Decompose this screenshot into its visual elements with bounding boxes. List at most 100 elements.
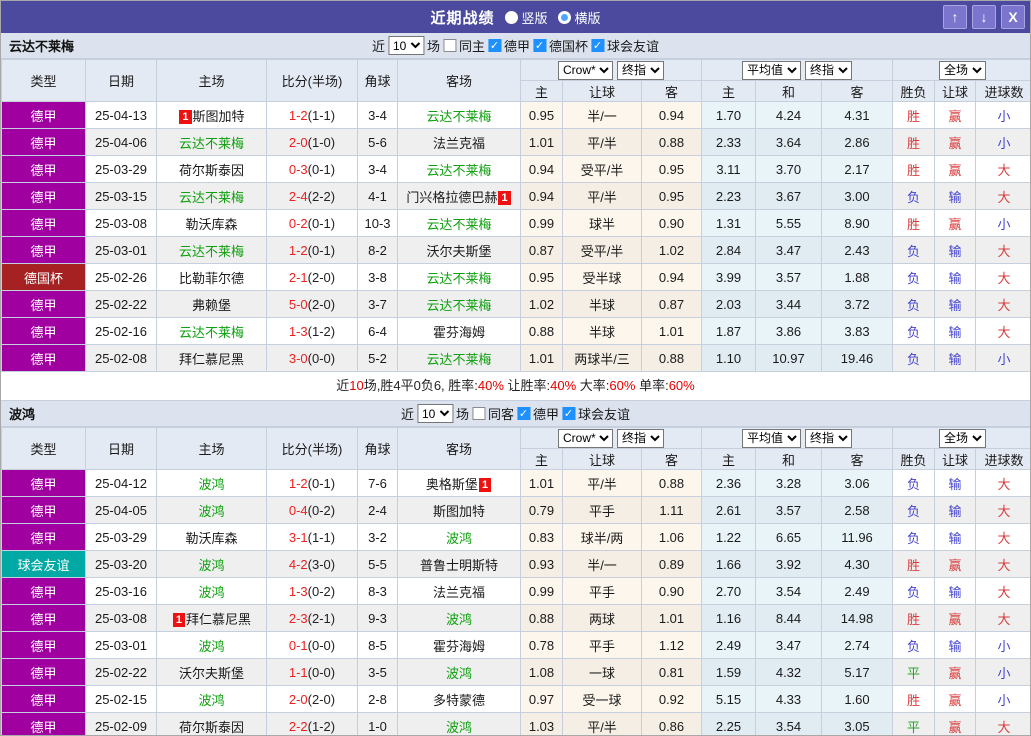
halftime-score: (1-1) bbox=[307, 107, 336, 123]
result-cell: 胜 bbox=[892, 155, 936, 183]
handicap-home-odds: 0.88 bbox=[520, 317, 563, 345]
fulltime-score: 2-4 bbox=[288, 188, 308, 204]
score-cell: 1-3(0-2) bbox=[266, 577, 358, 605]
fulltime-score: 2-0 bbox=[288, 691, 308, 707]
away-team-cell: 法兰克福 bbox=[397, 577, 521, 605]
move-down-button[interactable]: ↓ bbox=[972, 5, 996, 29]
league-filter-checkbox[interactable] bbox=[533, 39, 547, 52]
home-team-cell: 荷尔斯泰因 bbox=[156, 712, 267, 735]
avg-away-odds: 3.05 bbox=[820, 712, 894, 735]
radio-unselected-icon bbox=[504, 10, 518, 24]
avg-draw-odds: 3.70 bbox=[755, 155, 822, 183]
same-venue-label: 同客 bbox=[487, 407, 515, 422]
final-index-select-2[interactable]: 终指 bbox=[805, 60, 852, 80]
home-team-cell: 勒沃库森 bbox=[156, 209, 267, 237]
team-name: 法兰克福 bbox=[432, 584, 485, 600]
handicap-line: 平/半 bbox=[562, 712, 642, 735]
corners-cell: 10-3 bbox=[357, 209, 398, 237]
handicap-result-cell: 赢 bbox=[934, 712, 977, 735]
match-count-select[interactable]: 10 bbox=[416, 404, 453, 423]
handicap-away-odds: 0.88 bbox=[641, 344, 702, 372]
average-select[interactable]: 平均值 bbox=[742, 60, 801, 80]
vertical-layout-radio[interactable]: 竖版 bbox=[504, 8, 548, 27]
final-index-select[interactable]: 终指 bbox=[617, 428, 664, 448]
team-name: 波鸿 bbox=[445, 719, 472, 735]
horizontal-layout-radio[interactable]: 横版 bbox=[557, 8, 601, 27]
close-button[interactable]: X bbox=[1001, 5, 1025, 29]
fulltime-score: 4-2 bbox=[288, 556, 308, 572]
goals-result-cell: 大 bbox=[975, 577, 1030, 605]
fulltime-score: 1-2 bbox=[288, 107, 308, 123]
summary-segment: 40% bbox=[550, 378, 577, 393]
avg-away-odds: 3.72 bbox=[820, 290, 894, 318]
team-name: 云达不莱梅 bbox=[426, 270, 492, 286]
home-team-cell: 弗赖堡 bbox=[156, 290, 267, 318]
final-index-select-2[interactable]: 终指 bbox=[805, 428, 852, 448]
handicap-line: 半/一 bbox=[562, 101, 642, 129]
games-label: 场 bbox=[426, 39, 440, 54]
handicap-away-odds: 1.12 bbox=[641, 631, 702, 659]
red-card-badge: 1 bbox=[498, 190, 511, 205]
home-team-cell: 波鸿 bbox=[156, 550, 267, 578]
result-cell: 负 bbox=[892, 469, 936, 497]
team-name: 云达不莱梅 bbox=[426, 351, 492, 367]
goals-result-cell: 大 bbox=[975, 263, 1030, 291]
same-venue-checkbox[interactable] bbox=[442, 39, 456, 52]
league-badge: 德国杯 bbox=[1, 263, 86, 291]
league-badge: 德甲 bbox=[1, 631, 86, 659]
avg-home-odds: 2.70 bbox=[701, 577, 756, 605]
league-filter-checkbox[interactable] bbox=[517, 407, 531, 420]
halftime-score: (0-1) bbox=[307, 215, 336, 231]
score-cell: 0-2(0-1) bbox=[266, 209, 358, 237]
team-name: 云达不莱梅 bbox=[178, 189, 244, 205]
handicap-result-cell: 赢 bbox=[934, 604, 977, 632]
league-filter-checkbox[interactable] bbox=[488, 39, 501, 52]
handicap-away-odds: 0.89 bbox=[641, 550, 702, 578]
match-date: 25-04-13 bbox=[85, 101, 157, 129]
result-cell: 负 bbox=[892, 290, 936, 318]
handicap-line: 平手 bbox=[562, 631, 642, 659]
bookmaker-select[interactable]: Crow* bbox=[558, 60, 613, 80]
home-team-cell: 云达不莱梅 bbox=[156, 236, 267, 264]
result-cell: 胜 bbox=[892, 685, 936, 713]
team-filter-bar: 云达不莱梅 近10场 同主 德甲 德国杯 球会友谊 bbox=[1, 33, 1030, 59]
match-date: 25-02-09 bbox=[85, 712, 157, 735]
handicap-away-odds: 1.01 bbox=[641, 604, 702, 632]
average-select[interactable]: 平均值 bbox=[742, 428, 801, 448]
match-scope-select[interactable]: 全场 bbox=[939, 428, 987, 448]
avg-home-odds: 2.36 bbox=[701, 469, 756, 497]
team-name-label: 云达不莱梅 bbox=[9, 39, 75, 54]
match-count-select[interactable]: 10 bbox=[387, 36, 424, 55]
team-name: 云达不莱梅 bbox=[426, 162, 492, 178]
away-team-cell: 奥格斯堡 1 bbox=[397, 469, 521, 497]
same-venue-checkbox[interactable] bbox=[471, 407, 485, 420]
move-up-button[interactable]: ↑ bbox=[943, 5, 967, 29]
away-team-cell: 法兰克福 bbox=[397, 128, 521, 156]
handicap-line: 半/一 bbox=[562, 550, 642, 578]
avg-away-odds: 1.60 bbox=[820, 685, 894, 713]
col-odds-away: 客 bbox=[641, 80, 702, 102]
same-venue-label: 同主 bbox=[458, 39, 485, 54]
result-cell: 胜 bbox=[892, 550, 936, 578]
avg-draw-odds: 8.44 bbox=[755, 604, 822, 632]
result-cell: 负 bbox=[892, 236, 936, 264]
league-filter-checkbox[interactable] bbox=[562, 407, 576, 420]
halftime-score: (3-0) bbox=[307, 556, 336, 572]
match-scope-select[interactable]: 全场 bbox=[939, 60, 987, 80]
score-cell: 4-2(3-0) bbox=[266, 550, 358, 578]
result-cell: 胜 bbox=[892, 128, 936, 156]
col-avg-away: 客 bbox=[820, 448, 894, 470]
avg-home-odds: 5.15 bbox=[701, 685, 756, 713]
goals-result-cell: 小 bbox=[975, 101, 1030, 129]
avg-away-odds: 2.74 bbox=[820, 631, 894, 659]
league-badge: 德甲 bbox=[1, 182, 86, 210]
horizontal-layout-label: 横版 bbox=[574, 10, 601, 26]
bookmaker-select[interactable]: Crow* bbox=[558, 428, 613, 448]
handicap-away-odds: 0.86 bbox=[641, 712, 702, 735]
away-team-cell: 霍芬海姆 bbox=[397, 631, 521, 659]
col-home: 主场 bbox=[156, 59, 267, 102]
league-filter-checkbox[interactable] bbox=[591, 39, 605, 52]
final-index-select[interactable]: 终指 bbox=[617, 60, 664, 80]
corners-cell: 3-7 bbox=[357, 290, 398, 318]
result-cell: 平 bbox=[892, 712, 936, 735]
